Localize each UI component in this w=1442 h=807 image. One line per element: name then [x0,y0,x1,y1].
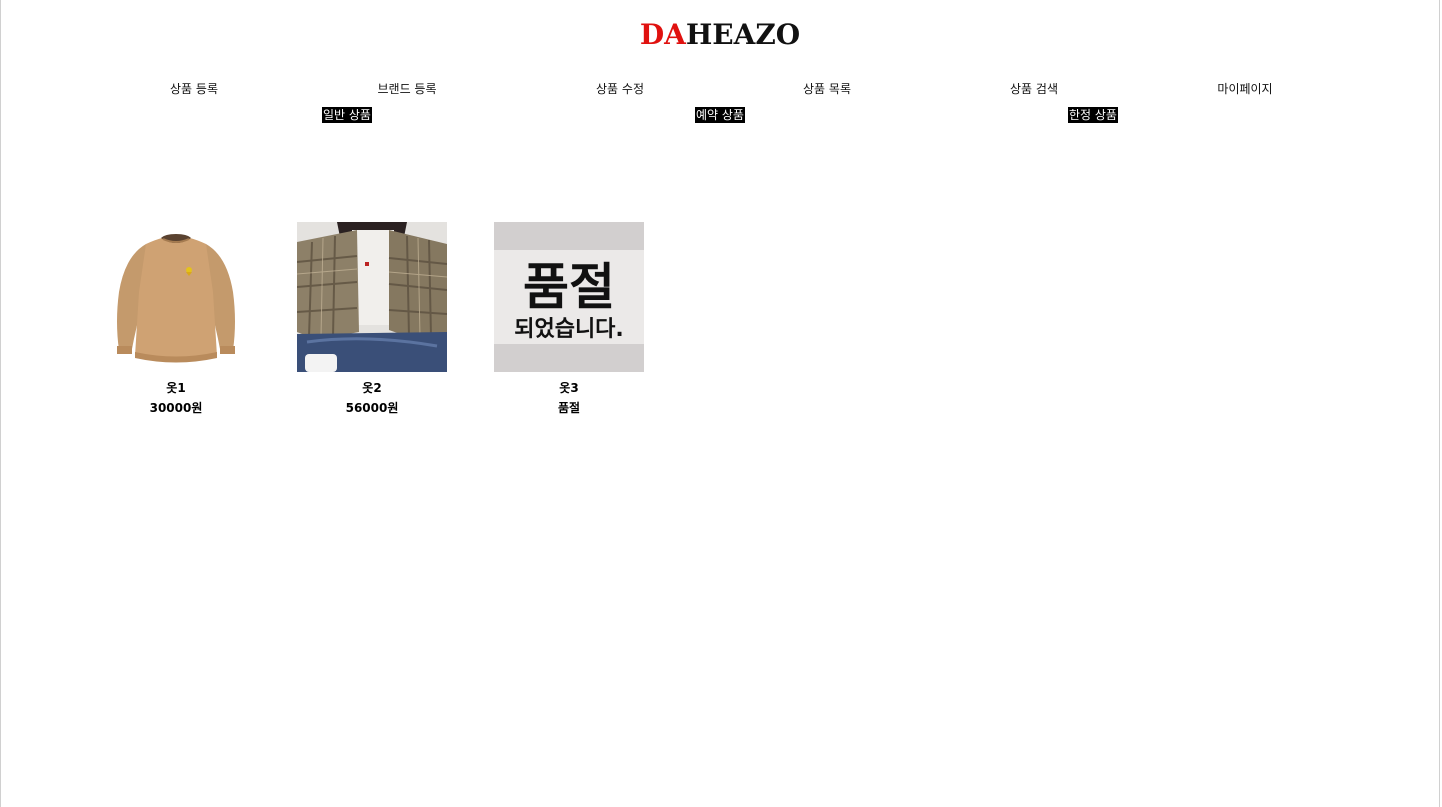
nav-brand-register[interactable]: 브랜드 등록 [377,80,436,97]
main-nav: 상품 등록 브랜드 등록 상품 수정 상품 목록 상품 검색 마이페이지 [91,80,1351,98]
product-card[interactable]: 품절 되었습니다. 옷3 품절 [494,222,644,418]
logo-rest: HEAZO [685,18,801,51]
category-tabs: 일반 상품 예약 상품 한정 상품 [1,107,1439,125]
sweatshirt-image[interactable] [101,222,251,372]
site-logo[interactable]: DAHEAZO [1,16,1439,54]
tab-reserved-products[interactable]: 예약 상품 [695,107,745,123]
nav-mypage[interactable]: 마이페이지 [1217,80,1272,97]
sold-out-image[interactable]: 품절 되었습니다. [494,222,644,372]
nav-product-list[interactable]: 상품 목록 [803,80,851,97]
tab-general-products[interactable]: 일반 상품 [322,107,372,123]
nav-product-search[interactable]: 상품 검색 [1010,80,1058,97]
tab-limited-products[interactable]: 한정 상품 [1068,107,1118,123]
sold-out-small-text: 되었습니다. [514,317,624,342]
product-price: 품절 [557,401,581,415]
product-name[interactable]: 옷3 [494,378,644,398]
plaid-shirt-image[interactable] [297,222,447,372]
page: DAHEAZO 상품 등록 브랜드 등록 상품 수정 상품 목록 상품 검색 마… [0,0,1440,807]
product-name[interactable]: 옷2 [297,378,447,398]
product-price: 30000원 [149,401,203,415]
logo-accent: DA [639,18,686,51]
nav-product-edit[interactable]: 상품 수정 [596,80,644,97]
sold-out-big-text: 품절 [523,258,615,316]
product-card[interactable]: 옷2 56000원 [297,222,447,418]
nav-product-register[interactable]: 상품 등록 [170,80,218,97]
product-name[interactable]: 옷1 [101,378,251,398]
product-price: 56000원 [345,401,399,415]
product-card[interactable]: 옷1 30000원 [101,222,251,418]
